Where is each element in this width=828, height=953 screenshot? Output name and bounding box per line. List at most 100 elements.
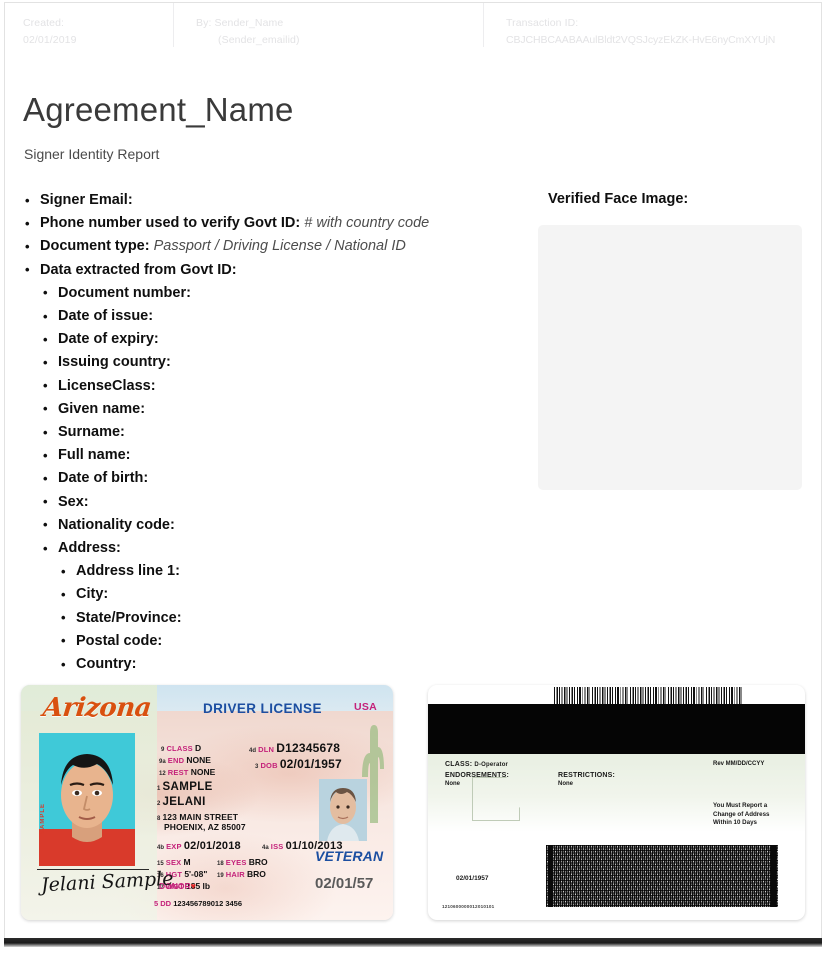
field-license-class: LicenseClass: bbox=[41, 374, 523, 398]
field-list-level2: Document number: Date of issue: Date of … bbox=[41, 281, 523, 676]
meta-sender: By: Sender_Name (Sender_emailid) bbox=[173, 3, 483, 47]
identity-field-list: Signer Email: Phone number used to verif… bbox=[23, 188, 523, 676]
az-dob-key: DOB bbox=[260, 761, 278, 770]
back-notice-line-1: You Must Report a bbox=[713, 802, 768, 809]
az-row-rest: 12 REST NONE bbox=[159, 767, 215, 777]
az-rest-value: NONE bbox=[190, 767, 216, 777]
back-notice-line-3: Within 10 Days bbox=[713, 819, 757, 826]
back-restrictions-label: RESTRICTIONS: bbox=[558, 772, 616, 779]
az-row-address-1: 8 123 MAIN STREET bbox=[157, 812, 238, 822]
az-surname-value: SAMPLE bbox=[162, 781, 213, 793]
az-row-class: 9 CLASS D bbox=[161, 743, 201, 753]
field-signer-email: Signer Email: bbox=[23, 188, 523, 212]
az-exp-key: EXP bbox=[166, 842, 182, 851]
az-portrait-photo: SAMPLE bbox=[39, 733, 135, 866]
az-iss-num: 4a bbox=[262, 845, 269, 851]
back-serial-number: 1210600000012010101 bbox=[442, 904, 495, 909]
az-end-num: 9a bbox=[159, 759, 166, 765]
pdf417-barcode-icon bbox=[546, 845, 778, 907]
meta-transaction: Transaction ID: CBJCHBCAABAAulBldt2VQSJc… bbox=[483, 3, 821, 47]
az-row-given: 2 JELANI bbox=[157, 796, 206, 808]
transaction-id-label: Transaction ID: bbox=[506, 17, 579, 29]
field-list-level1: Signer Email: Phone number used to verif… bbox=[23, 188, 523, 676]
az-addr-num: 8 bbox=[157, 816, 161, 822]
az-sex-num: 15 bbox=[157, 861, 164, 867]
az-rest-key: REST bbox=[167, 768, 189, 777]
license-portrait-icon bbox=[39, 733, 135, 866]
field-nationality-code: Nationality code: bbox=[41, 513, 523, 537]
created-value: 02/01/2019 bbox=[23, 34, 77, 46]
field-phone-value: # with country code bbox=[304, 215, 430, 232]
az-eyes-value: BRO bbox=[248, 857, 268, 867]
az-row-address-2: PHOENIX, AZ 85007 bbox=[164, 822, 246, 832]
meta-created: Created: 02/01/2019 bbox=[5, 3, 173, 49]
back-restrictions-value: None bbox=[558, 781, 573, 787]
verified-face-image-panel bbox=[538, 225, 802, 490]
back-class-row: CLASS: D-Operator bbox=[445, 761, 508, 768]
az-eyes-key: EYES bbox=[225, 858, 247, 867]
az-hgt-value: 5'-08" bbox=[184, 869, 208, 879]
document-meta-bar: Created: 02/01/2019 By: Sender_Name (Sen… bbox=[5, 3, 821, 59]
field-phone-label: Phone number used to verify Govt ID: bbox=[40, 215, 301, 232]
report-page: Created: 02/01/2019 By: Sender_Name (Sen… bbox=[4, 2, 822, 940]
az-ghost-portrait bbox=[319, 779, 367, 841]
created-label: Created: bbox=[23, 17, 65, 29]
az-hair-value: BRO bbox=[247, 869, 266, 879]
az-hair-key: HAIR bbox=[225, 870, 245, 879]
az-addr-line1: 123 MAIN STREET bbox=[162, 812, 239, 822]
az-dd-key: DD bbox=[160, 899, 172, 908]
az-dob-large: 02/01/57 bbox=[315, 875, 374, 892]
field-list-level3: Address line 1: City: State/Province: Po… bbox=[59, 560, 523, 676]
az-veteran-badge: VETERAN bbox=[315, 848, 384, 864]
az-dln-num: 4d bbox=[249, 748, 257, 754]
field-full-name: Full name: bbox=[41, 444, 523, 467]
az-doc-title: DRIVER LICENSE bbox=[203, 701, 322, 716]
az-sex-value: M bbox=[183, 857, 191, 867]
top-barcode-icon bbox=[554, 687, 744, 704]
sender-email: (Sender_emailid) bbox=[218, 34, 300, 46]
az-row-sex: 15 SEX M bbox=[157, 857, 191, 867]
az-addr-line2: PHOENIX, AZ 85007 bbox=[164, 822, 246, 832]
az-dln-key: DLN bbox=[258, 745, 275, 754]
az-state-logo: Arizona bbox=[41, 693, 153, 723]
field-document-number: Document number: bbox=[41, 281, 523, 305]
az-row-hair: 19 HAIR BRO bbox=[217, 869, 266, 879]
az-row-surname: 1 SAMPLE bbox=[157, 781, 213, 793]
field-address: Address: bbox=[41, 537, 523, 560]
az-class-num: 9 bbox=[161, 747, 165, 753]
az-row-dob: 3 DOB 02/01/1957 bbox=[255, 757, 342, 771]
back-revision-label: Rev MM/DD/CCYY bbox=[713, 761, 765, 767]
back-class-label: CLASS: bbox=[445, 761, 473, 768]
back-endorsements-label: ENDORSEMENTS: bbox=[445, 772, 510, 779]
field-city: City: bbox=[59, 583, 523, 606]
field-given-name: Given name: bbox=[41, 397, 523, 421]
govt-id-back-image: CLASS: D-Operator ENDORSEMENTS: None RES… bbox=[428, 685, 805, 920]
field-document-type: Document type: Passport / Driving Licens… bbox=[23, 235, 523, 258]
az-given-value: JELANI bbox=[162, 796, 206, 808]
field-phone-number: Phone number used to verify Govt ID: # w… bbox=[23, 212, 523, 235]
az-exp-value: 02/01/2018 bbox=[183, 840, 241, 852]
az-row-dln: 4d DLN D12345678 bbox=[249, 741, 340, 755]
transaction-id-value: CBJCHBCAABAAulBldt2VQSJcyzEkZK-HvE6nyCmX… bbox=[506, 34, 776, 46]
field-country: Country: bbox=[59, 653, 523, 676]
az-exp-num: 4b bbox=[157, 845, 165, 851]
az-dob-value: 02/01/1957 bbox=[279, 757, 342, 771]
back-address-notice: You Must Report a Change of Address With… bbox=[713, 802, 770, 828]
field-date-of-issue: Date of issue: bbox=[41, 305, 523, 328]
az-photo-watermark: SAMPLE bbox=[40, 803, 46, 835]
field-doc-type-label: Document type: bbox=[40, 238, 150, 255]
az-sex-key: SEX bbox=[165, 858, 182, 867]
page-title: Agreement_Name bbox=[23, 91, 294, 128]
az-dln-value: D12345678 bbox=[276, 741, 341, 755]
heart-icon: ♥ bbox=[190, 881, 196, 891]
az-given-num: 2 bbox=[157, 801, 161, 807]
verified-face-image-label: Verified Face Image: bbox=[548, 191, 689, 207]
az-row-exp: 4b EXP 02/01/2018 bbox=[157, 840, 241, 852]
az-row-end: 9a END NONE bbox=[159, 755, 211, 765]
page-subtitle: Signer Identity Report bbox=[24, 146, 160, 162]
az-hair-num: 19 bbox=[217, 873, 224, 879]
az-iss-key: ISS bbox=[270, 842, 284, 851]
field-state-province: State/Province: bbox=[59, 606, 523, 630]
sender-name: By: Sender_Name bbox=[196, 17, 284, 29]
field-data-extracted: Data extracted from Govt ID: bbox=[23, 258, 523, 282]
